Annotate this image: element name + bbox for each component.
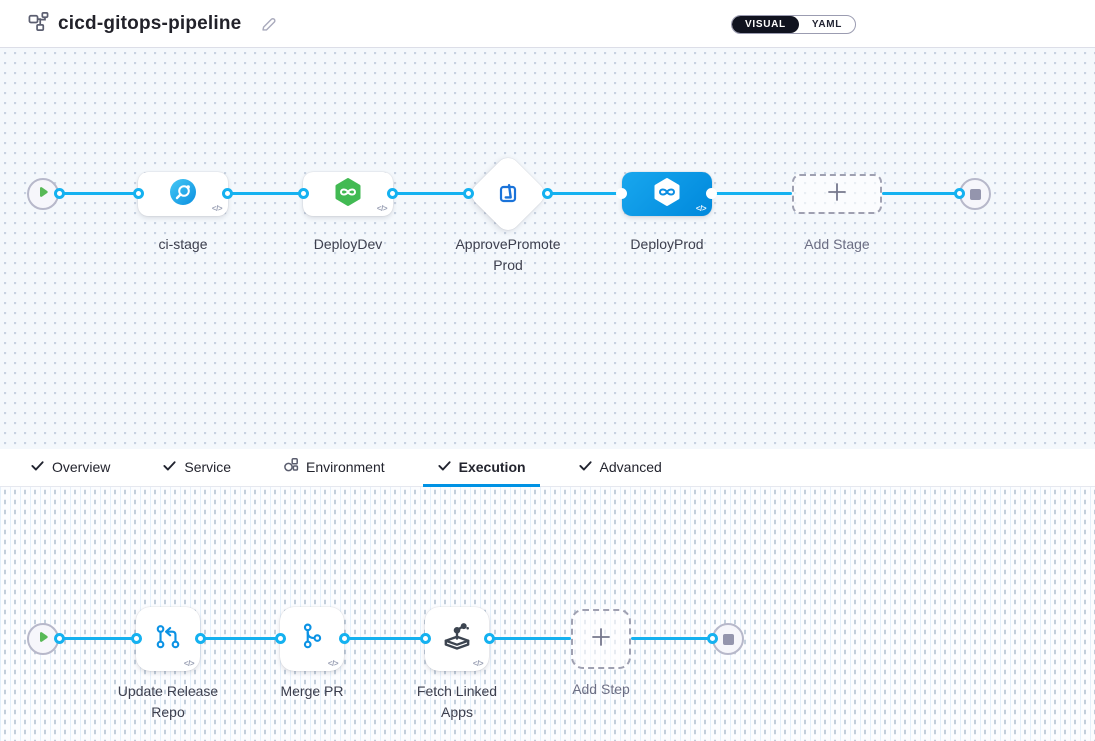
check-icon — [162, 458, 177, 476]
plus-icon — [590, 626, 612, 653]
edge-anchor — [54, 188, 65, 199]
code-badge: </> — [473, 659, 483, 668]
pipeline-studio: cicd-gitops-pipeline VISUAL YAML — [0, 0, 1095, 741]
edge-anchor — [133, 188, 144, 199]
edge — [548, 192, 622, 195]
yaml-toggle-button[interactable]: YAML — [799, 16, 855, 33]
edge-anchor — [484, 633, 495, 644]
add-step-button[interactable] — [571, 609, 631, 669]
step-label: Update Release Repo — [108, 681, 228, 723]
edge-anchor — [706, 188, 717, 199]
check-icon — [437, 458, 452, 476]
edge — [489, 637, 571, 640]
check-icon — [578, 458, 593, 476]
code-badge: </> — [184, 659, 194, 668]
page-title: cicd-gitops-pipeline — [58, 13, 241, 35]
header: cicd-gitops-pipeline VISUAL YAML — [0, 0, 1095, 48]
cd-hexagon-icon — [333, 177, 363, 212]
step-label: Merge PR — [252, 681, 372, 702]
edge-anchor — [420, 633, 431, 644]
edge — [631, 637, 713, 640]
tab-label: Overview — [52, 459, 110, 475]
edge-anchor — [707, 633, 718, 644]
plus-icon — [826, 181, 848, 208]
stage-label: ci-stage — [123, 234, 243, 255]
edge-anchor — [275, 633, 286, 644]
execution-canvas[interactable]: </> </> — [0, 487, 1095, 741]
edge — [59, 637, 136, 640]
add-step-label: Add Step — [541, 679, 661, 700]
tab-environment[interactable]: Environment — [269, 449, 399, 487]
code-badge: </> — [212, 204, 222, 213]
edge — [228, 192, 303, 195]
edge-anchor — [54, 633, 65, 644]
stage-label: DeployProd — [607, 234, 727, 255]
cd-hexagon-icon-selected — [652, 177, 682, 212]
edge-anchor — [463, 188, 474, 199]
step-label: Fetch Linked Apps — [407, 681, 507, 723]
add-stage-button[interactable] — [792, 174, 882, 214]
edge — [344, 637, 425, 640]
tab-label: Environment — [306, 459, 385, 475]
code-badge: </> — [377, 204, 387, 213]
code-badge: </> — [696, 204, 706, 213]
edge — [712, 192, 792, 195]
edge-anchor — [298, 188, 309, 199]
edge — [882, 192, 960, 195]
visual-toggle-button[interactable]: VISUAL — [732, 16, 799, 33]
edge-anchor — [387, 188, 398, 199]
tab-service[interactable]: Service — [148, 449, 245, 487]
edge-anchor — [616, 188, 627, 199]
edge — [200, 637, 280, 640]
ci-stage-icon — [169, 178, 197, 211]
edge-anchor — [195, 633, 206, 644]
tab-execution[interactable]: Execution — [423, 449, 540, 487]
edge-anchor — [542, 188, 553, 199]
edge-anchor — [222, 188, 233, 199]
play-icon — [36, 185, 50, 204]
view-toggle: VISUAL YAML — [731, 15, 856, 34]
pipeline-icon — [28, 11, 49, 37]
stage-node-deployprod[interactable]: </> — [622, 172, 712, 216]
tab-advanced[interactable]: Advanced — [564, 449, 676, 487]
code-badge: </> — [328, 659, 338, 668]
stage-canvas[interactable]: </> </> — [0, 48, 1095, 449]
edge — [393, 192, 468, 195]
stage-node-deploydev[interactable]: </> — [303, 172, 393, 216]
check-icon — [30, 458, 45, 476]
stage-label: DeployDev — [288, 234, 408, 255]
tab-label: Execution — [459, 459, 526, 475]
stage-node-ci-stage[interactable]: </> — [138, 172, 228, 216]
stop-icon — [723, 634, 734, 645]
stage-config-tabs: Overview Service Environment Execution — [0, 449, 1095, 487]
step-node-update-release-repo[interactable]: </> — [136, 607, 200, 671]
update-repo-icon — [152, 621, 184, 658]
edge-anchor — [131, 633, 142, 644]
environment-icon — [283, 457, 299, 476]
step-node-merge-pr[interactable]: </> — [280, 607, 344, 671]
stage-label: ApprovePromoteProd — [451, 234, 565, 276]
tab-label: Service — [184, 459, 231, 475]
edge — [59, 192, 138, 195]
play-icon — [36, 630, 50, 649]
merge-pr-icon — [296, 621, 328, 658]
tab-label: Advanced — [600, 459, 662, 475]
tab-overview[interactable]: Overview — [16, 449, 124, 487]
fetch-apps-icon — [441, 621, 473, 658]
edit-pencil-icon[interactable] — [260, 16, 277, 33]
add-stage-label: Add Stage — [777, 234, 897, 255]
edge-anchor — [954, 188, 965, 199]
stop-icon — [970, 189, 981, 200]
step-node-fetch-linked-apps[interactable]: </> — [425, 607, 489, 671]
edge-anchor — [339, 633, 350, 644]
